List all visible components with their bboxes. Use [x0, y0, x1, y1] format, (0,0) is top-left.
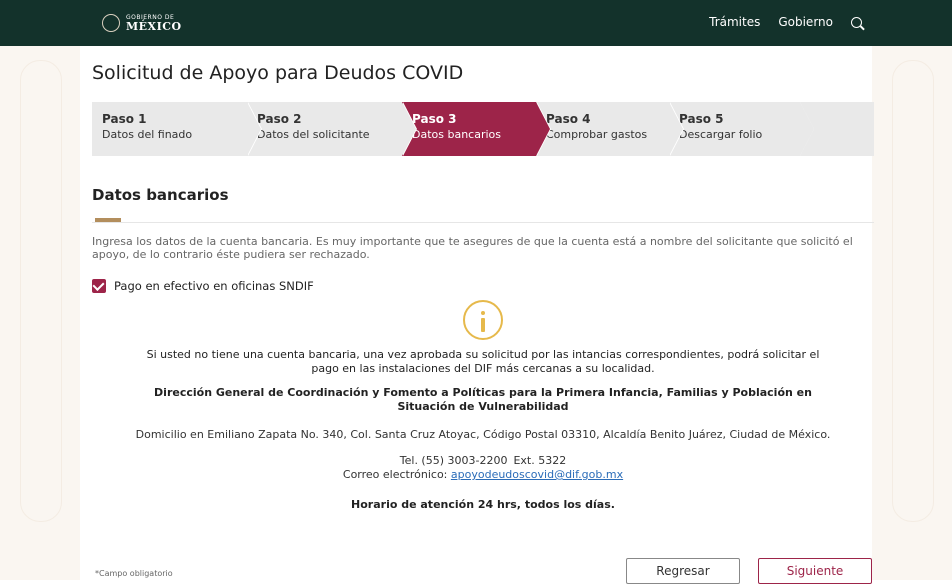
step-4-label: Comprobar gastos — [546, 128, 648, 141]
main-content: Solicitud de Apoyo para Deudos COVID Pas… — [92, 46, 874, 294]
step-4-number: Paso 4 — [546, 112, 591, 126]
step-1-label: Datos del finado — [102, 128, 193, 141]
step-2: Paso 2 Datos del solicitante — [247, 102, 417, 156]
seal-icon — [102, 14, 120, 32]
step-5-label: Descargar folio — [679, 128, 763, 141]
telefono: Tel. (55) 3003-2200 Ext. 5322 — [92, 454, 874, 468]
step-4: Paso 4 Comprobar gastos — [536, 102, 684, 156]
gobierno-logo[interactable]: GOBIERNO DE MÉXICO — [102, 14, 182, 32]
correo: Correo electrónico: apoyodeudoscovid@dif… — [92, 468, 874, 482]
domicilio: Domicilio en Emiliano Zapata No. 340, Co… — [135, 428, 831, 441]
step-3-active: Paso 3 Datos bancarios — [402, 102, 551, 156]
logo-big-text: MÉXICO — [126, 19, 182, 33]
pago-efectivo-checkbox[interactable] — [92, 279, 106, 294]
pago-efectivo-checkbox-row[interactable]: Pago en efectivo en oficinas SNDIF — [92, 279, 874, 294]
back-button[interactable]: Regresar — [626, 558, 740, 584]
step-5: Paso 5 Descargar folio — [669, 102, 874, 156]
top-nav: Trámites Gobierno — [709, 15, 862, 29]
step-2-label: Datos del solicitante — [257, 128, 370, 141]
step-3-number: Paso 3 — [412, 112, 457, 126]
nav-gobierno[interactable]: Gobierno — [778, 15, 833, 29]
info-message: Si usted no tiene una cuenta bancaria, u… — [146, 348, 820, 375]
background-decoration-right — [872, 0, 952, 580]
next-button[interactable]: Siguiente — [758, 558, 872, 584]
pago-efectivo-label: Pago en efectivo en oficinas SNDIF — [114, 279, 314, 294]
step-5-number: Paso 5 — [679, 112, 724, 126]
step-1: Paso 1 Datos del finado — [92, 102, 262, 156]
section-description: Ingresa los datos de la cuenta bancaria.… — [92, 235, 853, 262]
required-field-note: *Campo obligatorio — [95, 569, 173, 578]
top-navbar: GOBIERNO DE MÉXICO Trámites Gobierno — [0, 0, 952, 46]
nav-tramites[interactable]: Trámites — [709, 15, 760, 29]
info-icon — [463, 300, 503, 340]
correo-link[interactable]: apoyodeudoscovid@dif.gob.mx — [451, 468, 623, 481]
telefono-ext: Ext. 5322 — [513, 454, 567, 467]
step-1-number: Paso 1 — [102, 112, 147, 126]
search-icon[interactable] — [851, 16, 862, 28]
page-title: Solicitud de Apoyo para Deudos COVID — [92, 62, 464, 84]
info-panel: Si usted no tiene una cuenta bancaria, u… — [92, 300, 874, 511]
telefono-number: Tel. (55) 3003-2200 — [399, 454, 508, 467]
correo-label: Correo electrónico: — [342, 468, 448, 481]
section-divider — [92, 218, 874, 224]
background-decoration-left — [0, 0, 80, 580]
stepper: Paso 1 Datos del finado Paso 2 Datos del… — [92, 102, 874, 156]
section-title: Datos bancarios — [92, 186, 229, 204]
horario: Horario de atención 24 hrs, todos los dí… — [351, 498, 615, 511]
direccion-general: Dirección General de Coordinación y Fome… — [154, 386, 812, 413]
step-3-label: Datos bancarios — [412, 128, 502, 141]
step-2-number: Paso 2 — [257, 112, 302, 126]
